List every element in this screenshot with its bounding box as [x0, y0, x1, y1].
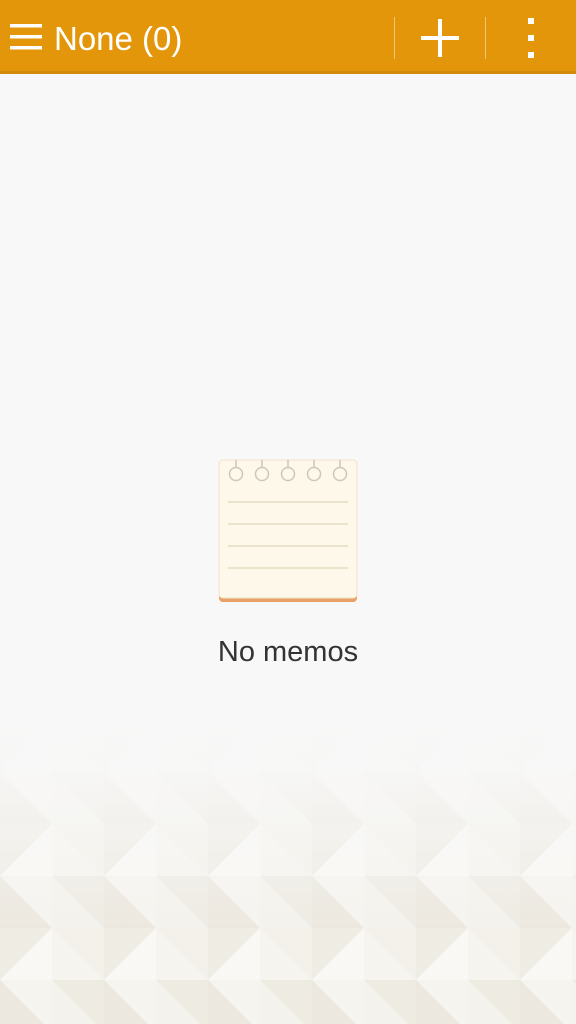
page-title[interactable]: None (0): [54, 19, 182, 59]
memo-app: None (0) No memos: [0, 0, 576, 1024]
overflow-menu-icon: [528, 18, 534, 58]
plus-icon: [421, 19, 459, 57]
pattern-fade: [0, 720, 576, 1024]
empty-message: No memos: [217, 636, 359, 668]
divider: [394, 17, 395, 59]
menu-button[interactable]: [6, 14, 46, 60]
add-memo-button[interactable]: [408, 10, 472, 66]
action-bar: None (0): [0, 0, 576, 74]
notepad-icon: [218, 459, 358, 602]
empty-state: No memos: [0, 456, 576, 670]
more-options-button[interactable]: [506, 10, 556, 66]
divider: [485, 17, 486, 59]
hamburger-menu-icon: [10, 24, 42, 50]
